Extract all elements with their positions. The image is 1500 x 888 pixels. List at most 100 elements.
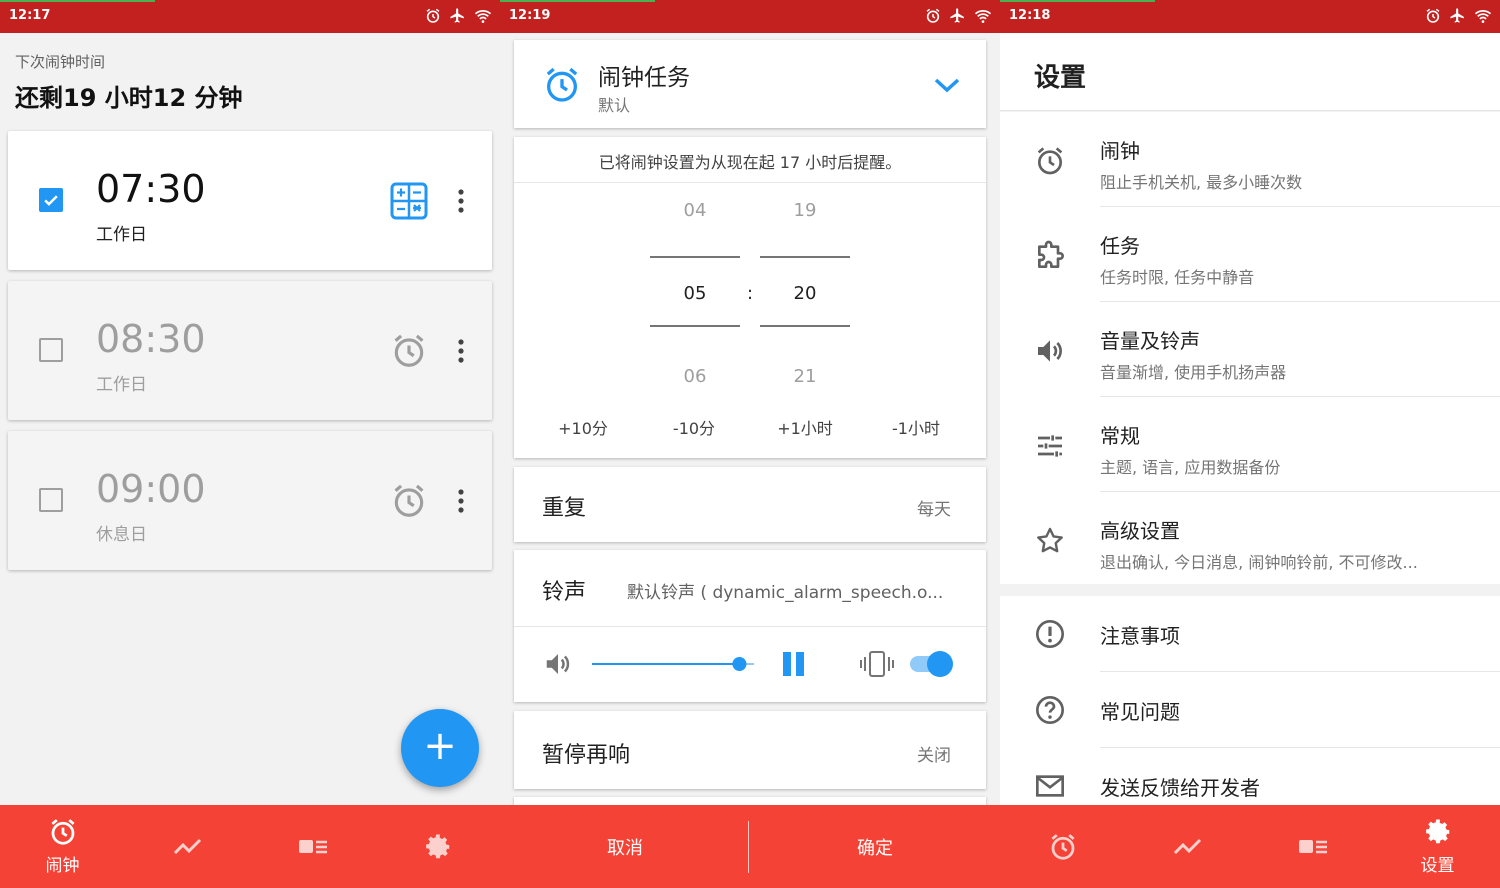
picker-line	[650, 256, 740, 258]
status-bar: 12:18	[1000, 0, 1500, 33]
status-time: 12:18	[1009, 8, 1051, 23]
alarm-hint: 已将闹钟设置为从现在起 17 小时后提醒。	[598, 153, 902, 172]
alarm-clock-icon[interactable]	[390, 332, 428, 370]
settings-item-title: 常规	[1100, 424, 1140, 448]
nav-settings[interactable]: 设置	[1375, 805, 1500, 888]
hour-prev[interactable]: 04	[650, 200, 740, 221]
alarm-toggle-checkbox[interactable]	[39, 338, 63, 362]
settings-group-main: 闹钟 阻止手机关机, 最多小睡次数 任务 任务时限, 任务中静音 音量及铃声 音…	[1000, 112, 1500, 584]
repeat-row[interactable]: 重复 每天	[514, 467, 986, 542]
picker-line	[650, 325, 740, 327]
chevron-down-icon[interactable]	[933, 75, 961, 95]
nav-alarm[interactable]: 闹钟	[0, 805, 125, 888]
alarm-toggle-checkbox[interactable]	[39, 188, 63, 212]
bottom-nav: 闹钟	[0, 805, 500, 888]
minute-prev[interactable]: 19	[760, 200, 850, 221]
wifi-icon	[974, 9, 992, 23]
nav-stats[interactable]	[1125, 805, 1250, 888]
status-progress	[0, 0, 155, 2]
news-card-icon	[298, 839, 327, 853]
snooze-row[interactable]: 暂停再响 关闭	[514, 711, 986, 789]
nav-settings[interactable]	[375, 805, 500, 888]
settings-item-advanced[interactable]: 高级设置 退出确认, 今日消息, 闹钟响铃前, 不可修改...	[1000, 492, 1500, 587]
alarm-card[interactable]: 07:30 工作日	[8, 131, 492, 270]
alarm-card[interactable]: 08:30 工作日	[8, 281, 492, 420]
alarm-card[interactable]: 09:00 休息日	[8, 431, 492, 570]
more-vert-icon[interactable]	[449, 188, 473, 214]
mail-icon	[1036, 775, 1064, 797]
trend-icon	[1173, 838, 1201, 854]
divider	[514, 626, 986, 627]
add-alarm-button[interactable]: +	[401, 709, 479, 787]
alarm-time: 07:30	[96, 167, 206, 211]
settings-item-title: 常见问题	[1100, 700, 1180, 724]
nav-stats[interactable]	[125, 805, 250, 888]
alarm-status-icon	[426, 8, 440, 23]
settings-item-title: 任务	[1100, 234, 1140, 258]
gear-icon	[1425, 819, 1449, 844]
pause-icon[interactable]	[781, 650, 807, 678]
settings-header: 设置	[1000, 33, 1500, 111]
ringtone-value[interactable]: 默认铃声 ( dynamic_alarm_speech.o...	[627, 578, 943, 603]
alarm-days: 休息日	[96, 525, 147, 545]
plus-10min-button[interactable]: +10分	[527, 415, 639, 439]
star-icon	[1037, 527, 1063, 553]
more-vert-icon[interactable]	[449, 338, 473, 364]
trend-icon	[173, 838, 201, 854]
alarm-toggle-checkbox[interactable]	[39, 488, 63, 512]
nav-alarm[interactable]	[1000, 805, 1125, 888]
alarm-clock-icon	[1037, 147, 1063, 175]
alarm-time: 09:00	[96, 467, 206, 511]
volume-icon	[546, 654, 570, 674]
more-vert-icon[interactable]	[449, 488, 473, 514]
settings-item-mission[interactable]: 任务 任务时限, 任务中静音	[1000, 207, 1500, 302]
settings-screen: 12:18 设置 闹钟 阻止手机关机, 最多小睡次数 任务 任务时限, 任务中静…	[1000, 0, 1500, 888]
news-card-icon	[1298, 839, 1327, 853]
alarm-time: 08:30	[96, 317, 206, 361]
plus-1hour-button[interactable]: +1小时	[749, 415, 861, 439]
bottom-nav: 设置	[1000, 805, 1500, 888]
ringtone-label: 铃声	[542, 580, 587, 605]
nav-news[interactable]	[1250, 805, 1375, 888]
mission-card[interactable]: 闹钟任务 默认	[514, 40, 986, 128]
wifi-icon	[1474, 9, 1492, 23]
minute-next[interactable]: 21	[760, 366, 850, 387]
next-alarm-label: 下次闹钟时间	[15, 53, 106, 71]
time-picker-card: 已将闹钟设置为从现在起 17 小时后提醒。 04 19 05 : 20 06 2…	[514, 137, 986, 458]
cancel-button[interactable]: 取消	[500, 805, 750, 888]
settings-item-sound[interactable]: 音量及铃声 音量渐增, 使用手机扬声器	[1000, 302, 1500, 397]
minus-10min-button[interactable]: -10分	[638, 415, 750, 439]
alarm-status-icon	[926, 8, 940, 23]
nav-news[interactable]	[250, 805, 375, 888]
repeat-value: 每天	[917, 500, 951, 520]
confirm-button[interactable]: 确定	[750, 805, 1000, 888]
volume-thumb[interactable]	[732, 657, 747, 671]
settings-item-general[interactable]: 常规 主题, 语言, 应用数据备份	[1000, 397, 1500, 492]
alert-icon	[1036, 620, 1064, 648]
alarm-clock-icon[interactable]	[390, 482, 428, 520]
alarm-days: 工作日	[96, 225, 147, 245]
settings-item-alarm[interactable]: 闹钟 阻止手机关机, 最多小睡次数	[1000, 112, 1500, 207]
help-icon	[1036, 696, 1064, 724]
airplane-icon	[450, 8, 464, 23]
minus-1hour-button[interactable]: -1小时	[860, 415, 972, 439]
settings-item-subtitle: 退出确认, 今日消息, 闹钟响铃前, 不可修改...	[1100, 553, 1418, 572]
settings-item-subtitle: 音量渐增, 使用手机扬声器	[1100, 363, 1287, 382]
vibrate-switch[interactable]	[908, 648, 958, 680]
settings-item-faq[interactable]: 常见问题	[1000, 672, 1500, 748]
calculator-icon[interactable]	[390, 182, 428, 220]
settings-group-help: 注意事项 常见问题 发送反馈给开发者	[1000, 596, 1500, 806]
volume-slider[interactable]	[590, 654, 760, 674]
status-bar: 12:17	[0, 0, 500, 33]
airplane-icon	[1450, 8, 1464, 23]
hour-next[interactable]: 06	[650, 366, 740, 387]
alarm-clock-icon	[50, 819, 75, 845]
cancel-label: 取消	[607, 837, 643, 859]
sliders-icon	[1038, 435, 1062, 457]
settings-item-title: 注意事项	[1100, 624, 1180, 648]
settings-item-title: 发送反馈给开发者	[1100, 776, 1260, 800]
mission-title: 闹钟任务	[598, 65, 690, 91]
settings-item-notice[interactable]: 注意事项	[1000, 596, 1500, 672]
minute-picker[interactable]: 20	[760, 283, 850, 304]
puzzle-icon	[1038, 240, 1064, 268]
